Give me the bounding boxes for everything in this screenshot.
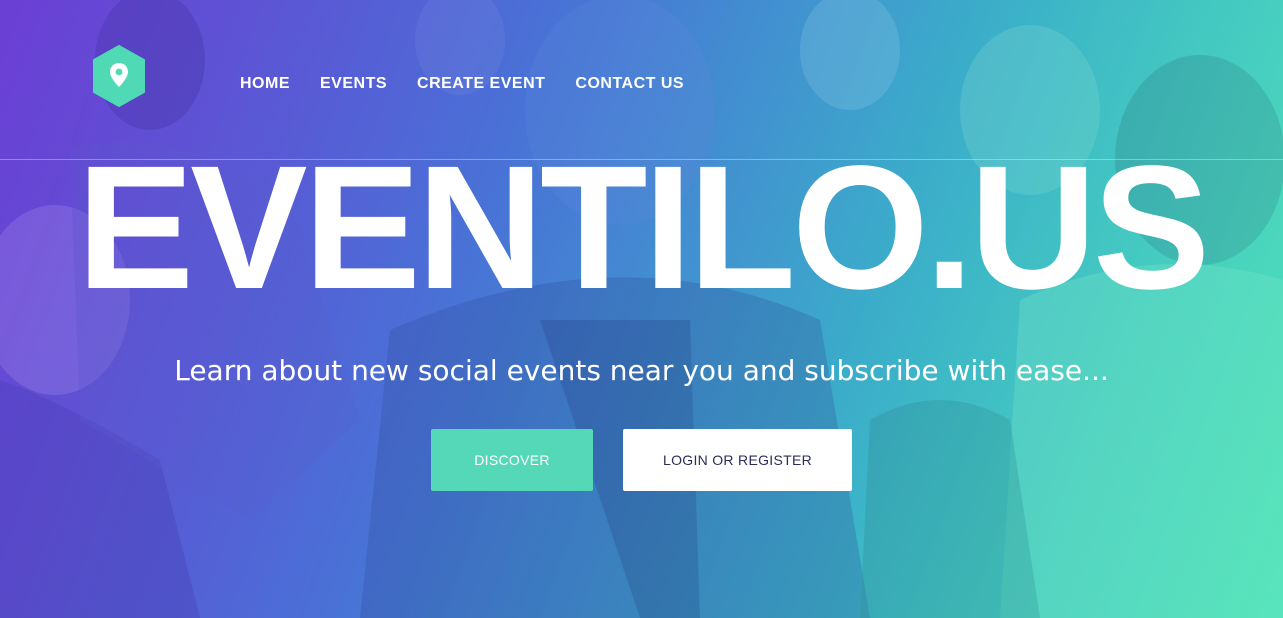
hero-tagline: Learn about new social events near you a… (174, 354, 1109, 387)
login-register-button[interactable]: LOGIN OR REGISTER (623, 429, 852, 491)
nav-home[interactable]: HOME (240, 75, 290, 93)
map-pin-hexagon-icon[interactable] (92, 45, 146, 107)
nav-contact-us[interactable]: CONTACT US (575, 75, 684, 93)
nav-events[interactable]: EVENTS (320, 75, 387, 93)
discover-button[interactable]: DISCOVER (431, 429, 593, 491)
hero-title: EVENTILO.US (76, 130, 1210, 326)
nav-create-event[interactable]: CREATE EVENT (417, 75, 545, 93)
hero-section: HOME EVENTS CREATE EVENT CONTACT US EVEN… (0, 0, 1283, 618)
main-nav: HOME EVENTS CREATE EVENT CONTACT US (240, 75, 684, 93)
cta-buttons: DISCOVER LOGIN OR REGISTER (431, 429, 852, 491)
